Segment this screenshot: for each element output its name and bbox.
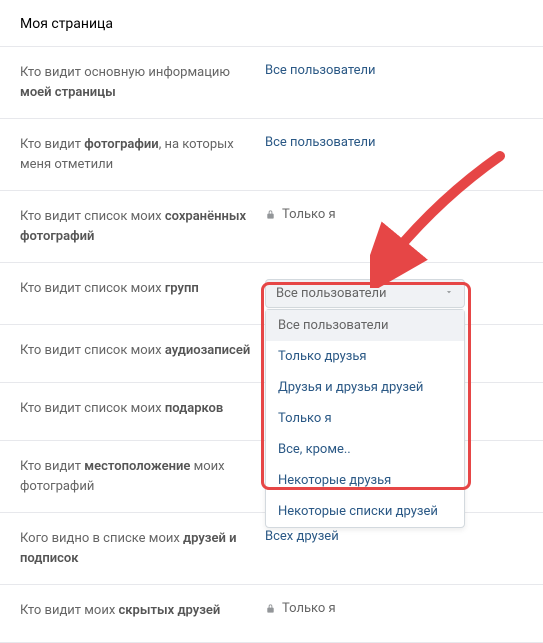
setting-row: Кто видит моих скрытых друзей Только я	[0, 585, 543, 643]
lock-icon	[265, 209, 276, 220]
dropdown-option[interactable]: Все, кроме..	[266, 434, 464, 465]
setting-label: Кто видит моих скрытых друзей	[20, 601, 265, 621]
setting-label: Кто видит местоположение моих фотографий	[20, 457, 265, 496]
privacy-dropdown-button[interactable]: Все пользователи	[265, 279, 465, 308]
setting-label: Кто видит фотографии, на которых меня от…	[20, 135, 265, 174]
page-title-text: Моя страница	[20, 16, 113, 32]
setting-row: Кто видит фотографии, на которых меня от…	[0, 119, 543, 191]
dropdown-option[interactable]: Некоторые списки друзей	[266, 496, 464, 527]
dropdown-option[interactable]: Все пользователи	[266, 310, 464, 341]
privacy-value-lock[interactable]: Только я	[265, 207, 336, 222]
setting-label: Кто видит список моих аудиозаписей	[20, 341, 265, 361]
privacy-value-link[interactable]: Всех друзей	[265, 529, 339, 544]
setting-value: Всех друзей	[265, 529, 523, 544]
setting-value: Только я	[265, 601, 523, 616]
setting-value: Все пользователи	[265, 135, 523, 150]
lock-icon	[265, 603, 276, 614]
privacy-value-link[interactable]: Все пользователи	[265, 63, 376, 78]
setting-label: Кто видит список моих сохранённых фотогр…	[20, 207, 265, 246]
dropdown-selected-label: Все пользователи	[276, 286, 387, 301]
setting-row: Кто видит основную информацию моей стран…	[0, 47, 543, 119]
setting-label: Кто видит основную информацию моей стран…	[20, 63, 265, 102]
setting-value: Все пользователи	[265, 63, 523, 78]
privacy-value-lock[interactable]: Только я	[265, 601, 336, 616]
privacy-dropdown: Все пользователиВсе пользователиТолько д…	[265, 279, 465, 308]
setting-label: Кто видит список моих групп	[20, 279, 265, 299]
privacy-value-text: Только я	[282, 601, 336, 616]
privacy-value-text: Только я	[282, 207, 336, 222]
setting-row: Кто видит список моих сохранённых фотогр…	[0, 191, 543, 263]
privacy-dropdown-menu: Все пользователиТолько друзьяДрузья и др…	[265, 309, 465, 528]
dropdown-option[interactable]: Только друзья	[266, 341, 464, 372]
setting-value: Все пользователиВсе пользователиТолько д…	[265, 279, 523, 308]
dropdown-option[interactable]: Только я	[266, 403, 464, 434]
dropdown-option[interactable]: Некоторые друзья	[266, 465, 464, 496]
setting-label: Кого видно в списке моих друзей и подпис…	[20, 529, 265, 568]
setting-value: Только я	[265, 207, 523, 222]
setting-row: Кто видит список моих группВсе пользоват…	[0, 263, 543, 325]
chevron-down-icon	[444, 286, 454, 301]
dropdown-option[interactable]: Друзья и друзья друзей	[266, 372, 464, 403]
page-title: Моя страница	[0, 0, 543, 47]
privacy-value-link[interactable]: Все пользователи	[265, 135, 376, 150]
setting-label: Кто видит список моих подарков	[20, 399, 265, 419]
